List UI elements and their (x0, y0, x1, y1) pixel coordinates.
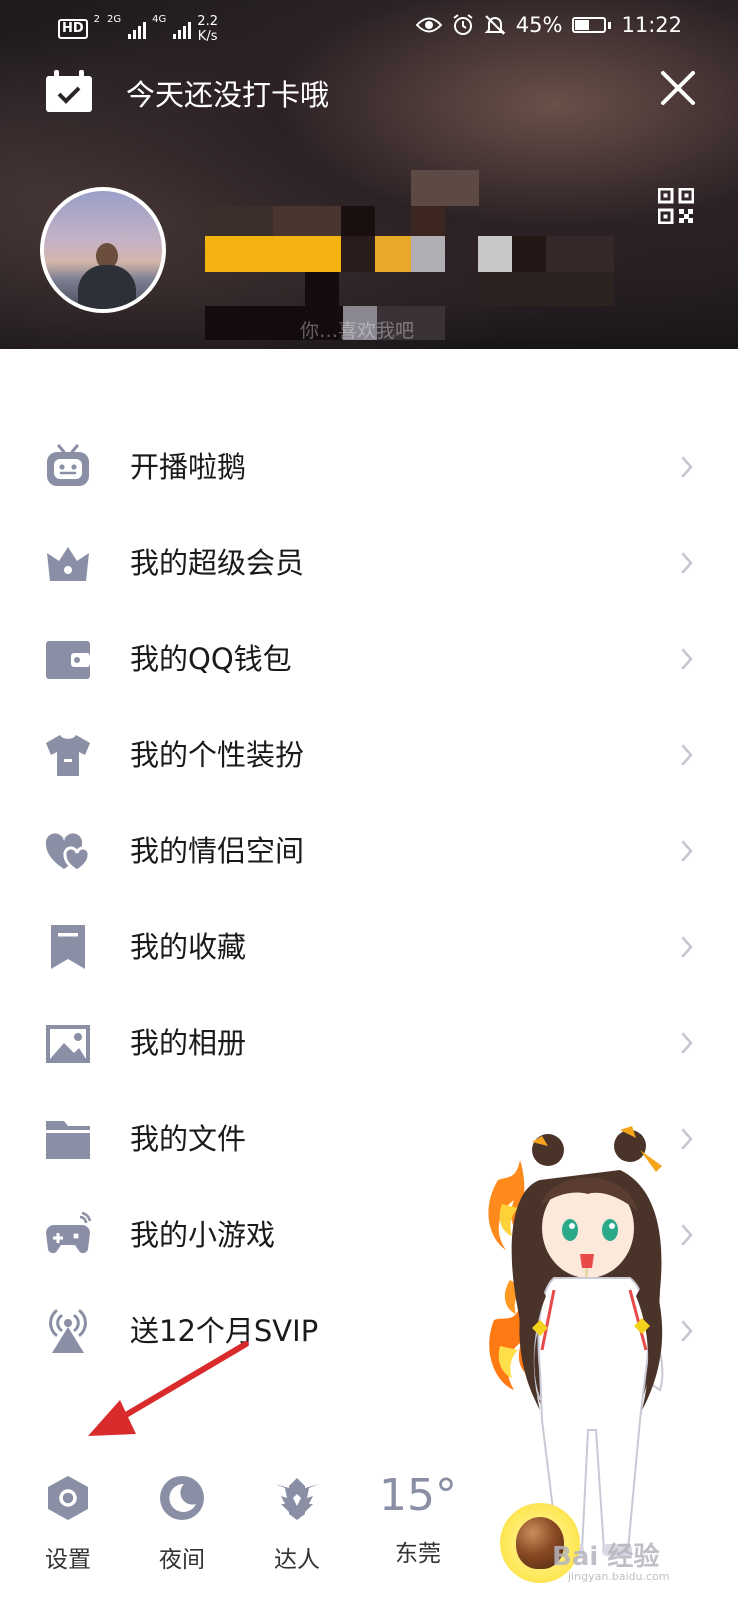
avatar[interactable] (40, 187, 166, 313)
menu-item-label: 我的QQ钱包 (130, 642, 292, 676)
hearts-icon (45, 833, 91, 873)
status-left: HD 2 2G 4G 2.2 K/s (58, 14, 218, 44)
clock: 11:22 (621, 13, 682, 37)
battery-tip (608, 21, 612, 29)
winged-badge-icon (275, 1478, 319, 1520)
signal-1-icon (128, 19, 147, 39)
signal-2-label: 4G (152, 14, 167, 25)
weather-widget[interactable]: 15° 东莞 (378, 1470, 458, 1568)
settings-button[interactable]: 设置 (33, 1474, 103, 1574)
status-right: 45% 11:22 (415, 13, 682, 37)
wallet-icon (46, 641, 90, 679)
alarm-icon (453, 14, 473, 35)
menu-item-album[interactable]: 我的相册 (0, 995, 738, 1091)
weather-city: 东莞 (395, 1541, 441, 1567)
settings-label: 设置 (45, 1547, 91, 1573)
menu-item-label: 我的小游戏 (130, 1218, 276, 1252)
calendar-check-icon[interactable] (46, 70, 92, 112)
hd-sub-label: 2 (93, 14, 101, 25)
menu-item-label: 我的收藏 (130, 930, 247, 964)
signal-1-label: 2G (107, 14, 122, 25)
menu-item-label: 我的超级会员 (130, 546, 305, 580)
menu-item-label: 我的相册 (130, 1026, 247, 1060)
expert-label: 达人 (274, 1547, 320, 1573)
menu-item-label: 我的个性装扮 (130, 738, 305, 772)
crown-icon (47, 547, 89, 581)
folder-icon (46, 1121, 90, 1159)
status-bar: HD 2 2G 4G 2.2 K/s 45% 11:22 (0, 0, 738, 55)
speed-value: 2.2 (197, 14, 218, 29)
baidu-watermark: Bai 经验 (552, 1542, 660, 1572)
expert-button[interactable]: 达人 (262, 1474, 332, 1574)
mute-bell-icon (484, 15, 506, 35)
hd-badge: HD (58, 19, 88, 39)
settings-hexagon-icon (48, 1476, 88, 1520)
network-speed: 2.2 K/s (197, 14, 218, 44)
battery-icon (572, 17, 607, 33)
close-icon[interactable] (660, 70, 696, 106)
chevron-right-icon (681, 744, 693, 766)
menu-item-wallet[interactable]: 我的QQ钱包 (0, 611, 738, 707)
chevron-right-icon (681, 840, 693, 862)
menu-item-couple[interactable]: 我的情侣空间 (0, 803, 738, 899)
battery-percent: 45% (515, 13, 563, 37)
chevron-right-icon (681, 936, 693, 958)
chevron-right-icon (681, 1032, 693, 1054)
chevron-right-icon (681, 648, 693, 670)
menu-item-label: 我的情侣空间 (130, 834, 305, 868)
menu-item-label: 我的文件 (130, 1122, 247, 1156)
checkin-prompt[interactable]: 今天还没打卡哦 (126, 72, 329, 114)
signal-2-icon (173, 19, 192, 39)
baidu-watermark-url: jingyan.baidu.com (568, 1570, 670, 1583)
gamepad-icon (46, 1211, 92, 1254)
avatar-body (78, 265, 136, 309)
profile-header: HD 2 2G 4G 2.2 K/s 45% 11:22 今天还没打卡哦 你…喜… (0, 0, 738, 349)
menu-item-label: 开播啦鹅 (130, 450, 247, 484)
moon-icon (160, 1476, 204, 1520)
signature-text: 你…喜欢我吧 (300, 320, 415, 342)
speed-unit: K/s (197, 29, 218, 44)
menu-item-live[interactable]: 开播啦鹅 (0, 419, 738, 515)
chevron-right-icon (681, 552, 693, 574)
picture-icon (46, 1025, 90, 1063)
night-label: 夜间 (159, 1547, 205, 1573)
tv-robot-icon (47, 444, 89, 486)
eye-icon (415, 17, 442, 33)
qr-code-icon[interactable] (658, 188, 694, 224)
menu-item-svip[interactable]: 我的超级会员 (0, 515, 738, 611)
menu-item-favorites[interactable]: 我的收藏 (0, 899, 738, 995)
weather-temperature: 15° (379, 1470, 457, 1521)
tshirt-icon (46, 735, 90, 776)
bookmark-icon (51, 925, 85, 969)
chevron-right-icon (681, 456, 693, 478)
menu-item-personalize[interactable]: 我的个性装扮 (0, 707, 738, 803)
night-mode-button[interactable]: 夜间 (147, 1474, 217, 1574)
